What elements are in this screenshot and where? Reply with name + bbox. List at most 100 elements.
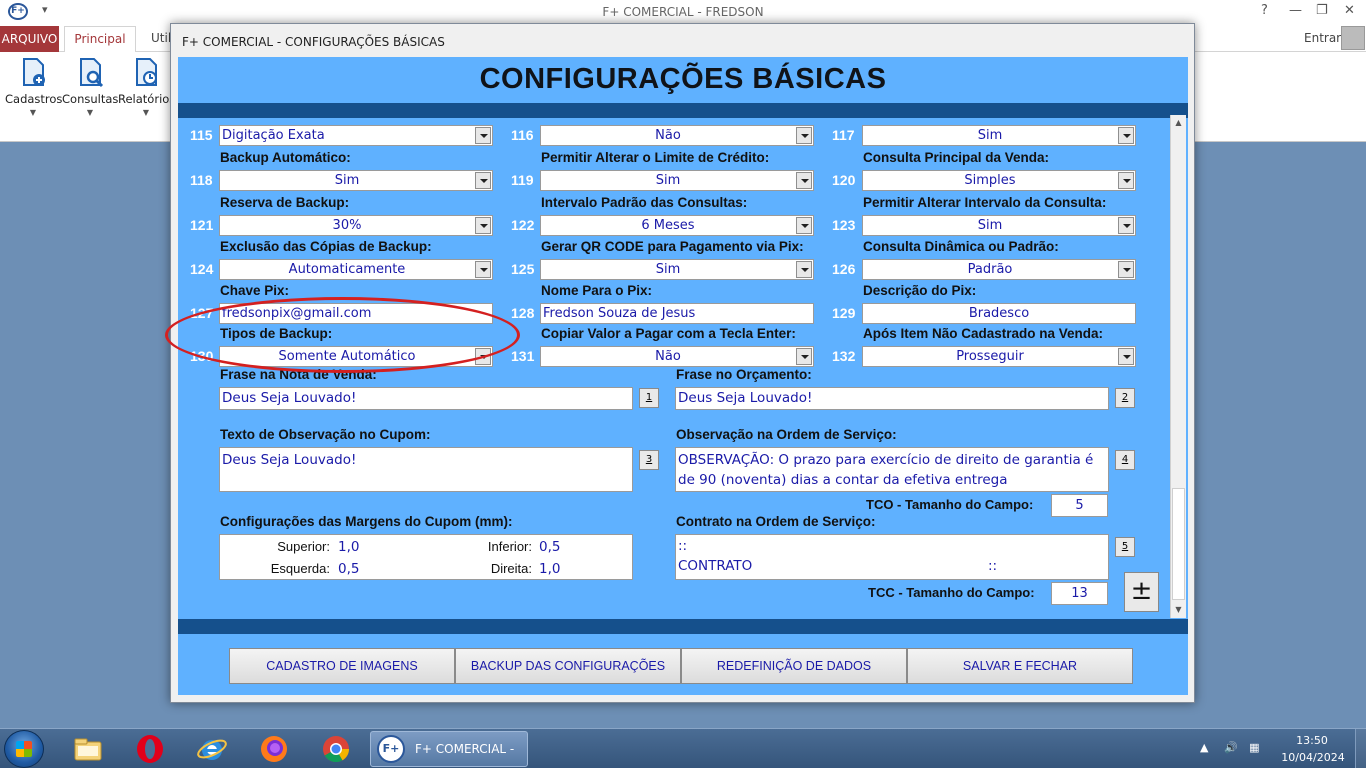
clock-time[interactable]: 13:50 xyxy=(1280,734,1344,747)
dropdown-arrow-icon[interactable] xyxy=(796,261,812,278)
consultas-button[interactable]: Consultas ▼ xyxy=(62,56,118,117)
field-128-input[interactable]: Fredson Souza de Jesus xyxy=(540,303,814,324)
tray-overflow-icon[interactable]: ▲ xyxy=(1200,741,1208,754)
backup-configuracoes-button[interactable]: BACKUP DAS CONFIGURAÇÕES xyxy=(455,648,681,684)
field-123-select[interactable]: Sim xyxy=(862,215,1136,236)
frase-orcamento-input[interactable]: Deus Seja Louvado! xyxy=(675,387,1109,410)
clock-date[interactable]: 10/04/2024 xyxy=(1278,751,1348,764)
margem-direita-input[interactable]: 1,0 xyxy=(539,561,560,577)
dropdown-arrow-icon[interactable] xyxy=(475,217,491,234)
show-desktop-button[interactable] xyxy=(1355,729,1366,768)
obs-os-button[interactable]: 4 xyxy=(1115,450,1135,470)
margem-inferior-input[interactable]: 0,5 xyxy=(539,539,560,555)
field-118-value: Sim xyxy=(334,173,360,188)
field-124-select[interactable]: Automaticamente xyxy=(219,259,493,280)
tco-input[interactable]: 5 xyxy=(1051,494,1108,517)
dropdown-arrow-icon[interactable] xyxy=(475,172,491,189)
frase-nota-button[interactable]: 1 xyxy=(639,388,659,408)
field-115-select[interactable]: Digitação Exata xyxy=(219,125,493,146)
tab-principal[interactable]: Principal xyxy=(64,26,136,53)
field-117-select[interactable]: Sim xyxy=(862,125,1136,146)
field-129-input[interactable]: Bradesco xyxy=(862,303,1136,324)
contrato-textarea[interactable]: :: CONTRATO :: xyxy=(675,534,1109,580)
scroll-down-icon[interactable]: ▼ xyxy=(1171,602,1186,618)
field-115-number: 115 xyxy=(190,127,213,143)
field-131-select[interactable]: Não xyxy=(540,346,814,367)
cadastros-button[interactable]: Cadastros ▼ xyxy=(5,56,62,117)
chrome-icon[interactable] xyxy=(320,733,352,765)
dropdown-arrow-icon[interactable] xyxy=(796,127,812,144)
scroll-up-icon[interactable]: ▲ xyxy=(1171,115,1186,131)
obs-cupom-textarea[interactable]: Deus Seja Louvado! xyxy=(219,447,633,492)
font-size-toggle-button[interactable]: ± xyxy=(1124,572,1159,612)
vertical-scrollbar[interactable]: ▲ ▼ xyxy=(1170,115,1186,618)
obs-cupom-button[interactable]: 3 xyxy=(639,450,659,470)
consultas-icon xyxy=(80,58,104,88)
network-icon[interactable]: ▦ xyxy=(1249,741,1259,754)
relatorios-button[interactable]: Relatórios ▼ xyxy=(118,56,175,117)
frase-nota-label: Frase na Nota de Venda: xyxy=(220,367,377,382)
field-126-value: Padrão xyxy=(967,262,1013,277)
help-button[interactable]: ? xyxy=(1261,3,1268,18)
consultas-label: Consultas xyxy=(62,92,119,106)
field-131-label: Copiar Valor a Pagar com a Tecla Enter: xyxy=(541,326,796,341)
obs-os-textarea[interactable]: OBSERVAÇÃO: O prazo para exercício de di… xyxy=(675,447,1109,492)
field-122-value: 6 Meses xyxy=(641,218,695,233)
cadastro-imagens-button[interactable]: CADASTRO DE IMAGENS xyxy=(229,648,455,684)
tab-arquivo[interactable]: ARQUIVO xyxy=(0,26,59,52)
contrato-line-2: CONTRATO :: xyxy=(678,556,1106,576)
field-130-label: Tipos de Backup: xyxy=(220,326,333,341)
field-120-select[interactable]: Simples xyxy=(862,170,1136,191)
taskbar-app-button[interactable]: F+ F+ COMERCIAL - ... xyxy=(370,731,528,767)
dropdown-arrow-icon[interactable] xyxy=(1118,261,1134,278)
tcc-input[interactable]: 13 xyxy=(1051,582,1108,605)
dropdown-arrow-icon[interactable] xyxy=(475,127,491,144)
frase-nota-input[interactable]: Deus Seja Louvado! xyxy=(219,387,633,410)
dropdown-arrow-icon[interactable] xyxy=(1118,217,1134,234)
tab-util[interactable]: Util xyxy=(151,31,171,45)
dropdown-arrow-icon[interactable] xyxy=(475,261,491,278)
frase-orcamento-button[interactable]: 2 xyxy=(1115,388,1135,408)
dropdown-arrow-icon[interactable] xyxy=(796,348,812,365)
explorer-icon[interactable] xyxy=(72,733,104,765)
system-tray[interactable]: ▲ 🔊 ▦ xyxy=(1200,741,1260,754)
firefox-icon[interactable] xyxy=(258,733,290,765)
start-button[interactable] xyxy=(4,730,44,768)
contrato-line-2-text: CONTRATO xyxy=(678,558,753,574)
speaker-icon[interactable]: 🔊 xyxy=(1224,741,1238,754)
contrato-button[interactable]: 5 xyxy=(1115,537,1135,557)
avatar[interactable] xyxy=(1341,26,1365,50)
field-130-select[interactable]: Somente Automático xyxy=(219,346,493,367)
field-126-select[interactable]: Padrão xyxy=(862,259,1136,280)
minimize-button[interactable]: — xyxy=(1289,3,1302,18)
close-button[interactable]: ✕ xyxy=(1344,3,1355,18)
margem-esquerda-input[interactable]: 0,5 xyxy=(338,561,359,577)
field-124-label: Exclusão das Cópias de Backup: xyxy=(220,239,432,254)
dropdown-arrow-icon[interactable] xyxy=(1118,172,1134,189)
header-divider xyxy=(178,103,1188,118)
field-116-select[interactable]: Não xyxy=(540,125,814,146)
sign-in-link[interactable]: Entrar xyxy=(1304,31,1341,45)
restore-button[interactable]: ❐ xyxy=(1316,3,1328,18)
scrollbar-thumb[interactable] xyxy=(1172,488,1185,600)
field-122-select[interactable]: 6 Meses xyxy=(540,215,814,236)
margem-superior-input[interactable]: 1,0 xyxy=(338,539,359,555)
field-119-select[interactable]: Sim xyxy=(540,170,814,191)
redefinicao-dados-button[interactable]: REDEFINIÇÃO DE DADOS xyxy=(681,648,907,684)
opera-icon[interactable] xyxy=(134,733,166,765)
field-132-select[interactable]: Prosseguir xyxy=(862,346,1136,367)
dropdown-arrow-icon[interactable] xyxy=(1118,127,1134,144)
dropdown-arrow-icon[interactable] xyxy=(796,172,812,189)
field-116-number: 116 xyxy=(511,127,534,143)
taskbar: F+ F+ COMERCIAL - ... ▲ 🔊 ▦ 13:50 10/04/… xyxy=(0,728,1366,768)
field-125-select[interactable]: Sim xyxy=(540,259,814,280)
app-logo-icon: F+ xyxy=(377,735,405,763)
internet-explorer-icon[interactable] xyxy=(196,733,228,765)
dropdown-arrow-icon[interactable] xyxy=(796,217,812,234)
field-118-select[interactable]: Sim xyxy=(219,170,493,191)
field-127-input[interactable]: fredsonpix@gmail.com xyxy=(219,303,493,324)
field-121-select[interactable]: 30% xyxy=(219,215,493,236)
salvar-fechar-button[interactable]: SALVAR E FECHAR xyxy=(907,648,1133,684)
dropdown-arrow-icon[interactable] xyxy=(1118,348,1134,365)
dropdown-arrow-icon[interactable] xyxy=(475,348,491,365)
